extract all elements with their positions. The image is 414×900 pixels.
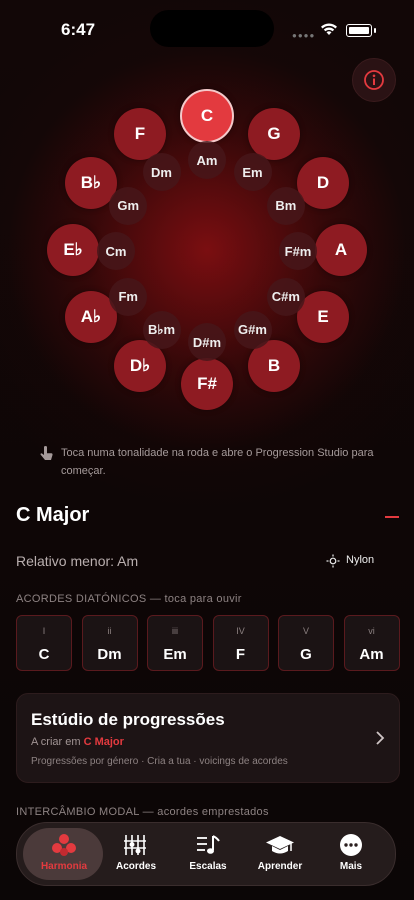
diatonic-chord-card[interactable]: iii Em — [147, 615, 203, 671]
chevron-right-icon — [376, 731, 385, 745]
chord-name: G — [300, 646, 312, 663]
diatonic-chord-card[interactable]: IV F — [212, 615, 269, 671]
graduation-cap-icon — [266, 836, 294, 854]
minor-key-button[interactable]: C#m — [266, 277, 305, 316]
major-key-button[interactable]: D — [297, 157, 350, 209]
relative-minor: Relativo menor: Am — [16, 553, 139, 569]
collapse-button[interactable] — [385, 516, 399, 518]
minor-key-button[interactable]: Em — [233, 153, 272, 192]
diatonic-chord-card[interactable]: IC — [16, 615, 72, 671]
major-key-button[interactable]: E — [297, 291, 350, 343]
minor-key-button[interactable]: Cm — [97, 232, 135, 270]
diatonic-label: ACORDES DIATÓNICOS — toca para ouvir — [16, 593, 242, 605]
minor-key-button[interactable]: Dm — [142, 153, 181, 192]
studio-creating: A criar em C Major — [31, 736, 124, 748]
harmony-icon — [52, 834, 76, 856]
tab-aprender[interactable]: Aprender — [245, 823, 315, 885]
minor-key-button[interactable]: Bm — [266, 186, 305, 225]
music-note-icon — [197, 835, 220, 854]
more-icon — [340, 834, 362, 856]
tab-acordes[interactable]: Acordes — [103, 823, 169, 885]
minor-key-button[interactable]: D#m — [188, 323, 226, 361]
chord-name: Am — [359, 646, 384, 663]
minor-key-button[interactable]: B♭m — [142, 310, 181, 349]
studio-description: Progressões por género · Cria a tua · vo… — [31, 756, 288, 767]
instrument-label: Nylon — [346, 554, 375, 566]
chord-degree: iii — [172, 626, 178, 636]
tab-escalas[interactable]: Escalas — [175, 823, 241, 885]
chord-name: Em — [163, 646, 187, 663]
tab-bar: Harmonia Acordes Escalas Aprender Mais — [16, 822, 396, 886]
major-key-button[interactable]: G — [248, 107, 300, 160]
major-key-button[interactable]: F — [114, 107, 166, 160]
minor-key-button[interactable]: Fm — [109, 277, 148, 316]
sun-icon — [326, 554, 340, 568]
studio-title: Estúdio de progressões — [31, 710, 225, 729]
minor-key-button[interactable]: Am — [188, 141, 226, 179]
chord-degree: vi — [368, 626, 375, 636]
modal-interchange-label: INTERCÂMBIO MODAL — acordes emprestados — [16, 806, 269, 818]
minor-key-button[interactable]: F#m — [279, 232, 317, 270]
major-key-button[interactable]: E♭ — [47, 224, 99, 276]
hint-text: Toca numa tonalidade na roda e abre o Pr… — [40, 444, 380, 480]
diatonic-chord-card[interactable]: ii Dm — [81, 615, 138, 671]
chord-name: C — [38, 646, 50, 663]
instrument-selector[interactable]: Nylon — [326, 554, 375, 568]
major-key-button[interactable]: C — [180, 89, 234, 143]
tap-hand-icon — [40, 445, 53, 460]
chord-degree: I — [42, 626, 46, 636]
diatonic-chord-card[interactable]: vi Am — [343, 615, 400, 671]
progression-studio-card[interactable]: Estúdio de progressões A criar em C Majo… — [16, 693, 400, 783]
chord-degree: IV — [236, 626, 245, 636]
tab-mais[interactable]: Mais — [319, 823, 383, 885]
circle-of-fifths: C G D A E B F# D♭ A♭ E♭ B♭ F Am Em Bm F#m C#m G#m D#m B♭m Fm… — [0, 0, 414, 430]
chord-degree: ii — [107, 626, 112, 636]
chord-name: Dm — [97, 646, 122, 663]
minor-key-button[interactable]: Gm — [109, 186, 148, 225]
diatonic-chords: I Cii Dm iii Em IV F V Gvi Am — [16, 615, 414, 671]
chord-degree: V — [302, 626, 309, 636]
major-key-button[interactable]: A — [315, 224, 367, 276]
key-title: C Major — [16, 504, 90, 526]
guitar-chord-icon — [124, 835, 146, 855]
tab-harmonia[interactable]: Harmonia — [17, 823, 111, 885]
minor-key-button[interactable]: G#m — [233, 310, 272, 349]
chord-name: F — [235, 646, 246, 663]
diatonic-chord-card[interactable]: VG — [278, 615, 334, 671]
major-key-button[interactable]: F# — [181, 358, 233, 410]
